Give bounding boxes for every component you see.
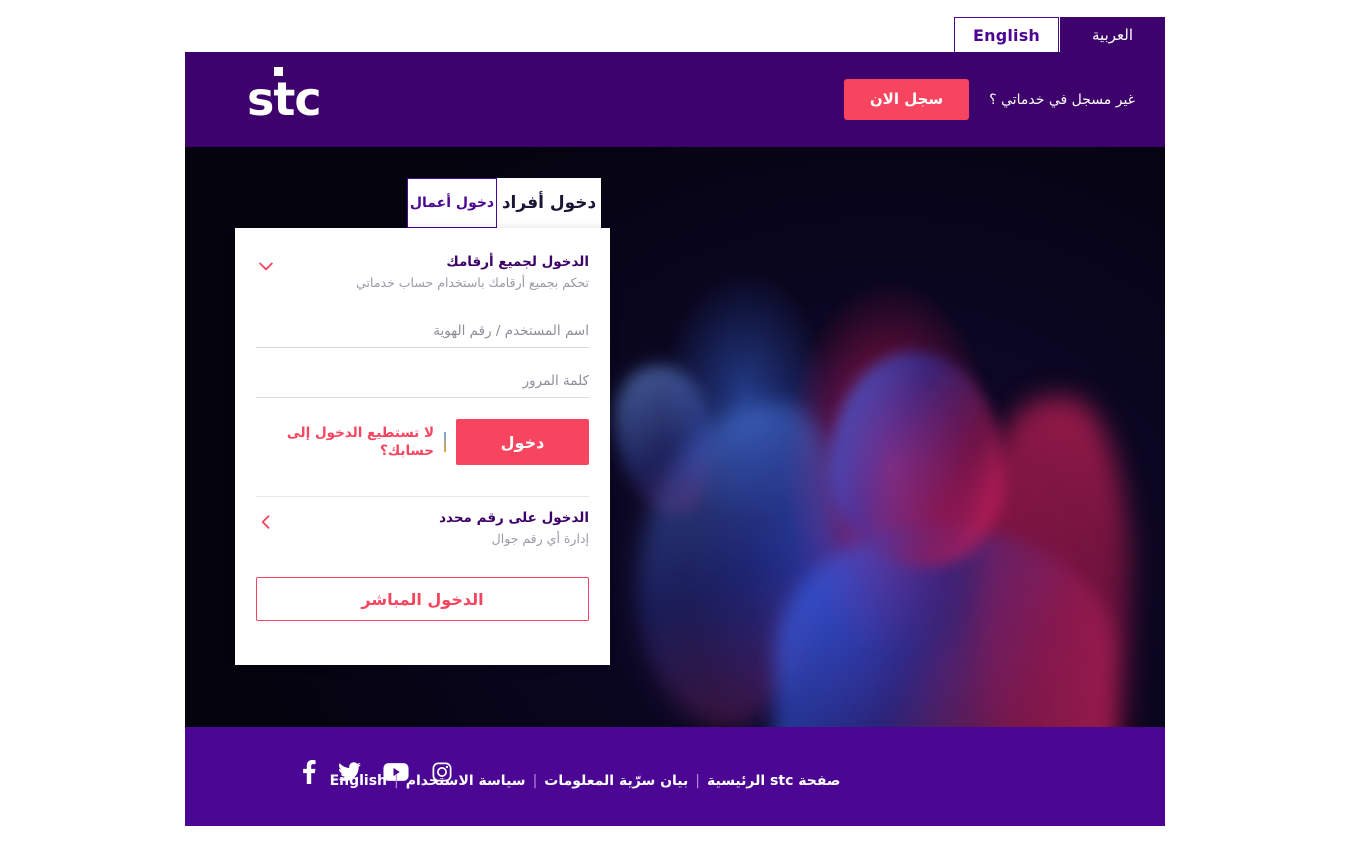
accordion-all-numbers-texts: الدخول لجميع أرقامك تحكم بجميع أرقامك با… [276, 253, 589, 292]
tab-business-login[interactable]: دخول أعمال [407, 178, 497, 228]
username-input[interactable] [256, 323, 589, 348]
language-tab-english-label: English [972, 25, 1041, 45]
logo-letter-t: t [273, 72, 295, 126]
language-tab-arabic-label: العربية [1092, 25, 1133, 44]
footer-separator-2: | [532, 773, 538, 789]
accordion-all-numbers[interactable]: الدخول لجميع أرقامك تحكم بجميع أرقامك با… [256, 253, 589, 292]
language-tab-english[interactable]: English [954, 17, 1059, 52]
tab-individual-login-label: دخول أفراد [501, 193, 597, 213]
logo-t-dot [274, 67, 284, 76]
logo-letter-t-wrap: t [273, 67, 295, 122]
card-divider [256, 496, 589, 497]
hero-figure-head [830, 352, 1005, 567]
footer-separator-1: | [695, 773, 700, 789]
direct-login-button[interactable]: الدخول المباشر [256, 577, 589, 621]
login-card: الدخول لجميع أرقامك تحكم بجميع أرقامك با… [235, 228, 610, 665]
accordion-all-numbers-subtitle: تحكم بجميع أرقامك باستخدام حساب خدماتي [356, 275, 589, 290]
tab-business-login-label: دخول أعمال [409, 195, 495, 211]
action-divider [444, 432, 446, 452]
register-now-button[interactable]: سجل الان [843, 79, 970, 120]
cannot-access-account-link[interactable]: لا تستطيع الدخول إلى حسابك؟ [256, 424, 434, 460]
language-tab-bar: العربية English [185, 0, 1165, 52]
register-note: غير مسجل في خدماتي ؟ [989, 91, 1135, 108]
hero-section: دخول أفراد دخول أعمال الدخول لجميع أرقام… [185, 147, 1165, 727]
username-field-wrap [256, 320, 589, 348]
password-input[interactable] [256, 373, 589, 398]
stc-logo[interactable]: s tc [247, 67, 322, 122]
footer-link-terms[interactable]: سياسة الاستخدام [406, 773, 526, 789]
footer-link-english[interactable]: English [330, 773, 387, 789]
site-header: s tc غير مسجل في خدماتي ؟ سجل الان [185, 52, 1165, 147]
logo-letter-s: s [247, 72, 274, 126]
page-container: العربية English s tc غير مسجل في خدماتي ؟… [185, 0, 1165, 826]
accordion-specific-number-subtitle: إدارة أي رقم جوال [491, 531, 589, 546]
register-row: غير مسجل في خدماتي ؟ سجل الان [843, 79, 1135, 120]
footer-links: صفحة stc الرئيسية | بيان سرّية المعلومات | س… [185, 773, 1165, 789]
site-footer: صفحة stc الرئيسية | بيان سرّية المعلومات | س… [185, 727, 1165, 826]
login-button[interactable]: دخول [456, 419, 589, 465]
accordion-specific-number[interactable]: الدخول على رقم محدد إدارة أي رقم جوال [256, 509, 589, 548]
logo-letter-c: c [294, 72, 321, 126]
chevron-left-icon[interactable] [256, 512, 276, 532]
language-tab-arabic[interactable]: العربية [1060, 17, 1165, 52]
footer-separator-3: | [394, 773, 399, 789]
login-tab-bar: دخول أفراد دخول أعمال [405, 178, 601, 228]
chevron-down-icon[interactable] [256, 256, 276, 276]
login-action-row: دخول لا تستطيع الدخول إلى حسابك؟ [256, 419, 589, 465]
footer-link-privacy[interactable]: بيان سرّية المعلومات [544, 773, 688, 789]
accordion-specific-number-texts: الدخول على رقم محدد إدارة أي رقم جوال [276, 509, 589, 548]
password-field-wrap [256, 370, 589, 398]
accordion-specific-number-title: الدخول على رقم محدد [439, 510, 589, 526]
footer-link-stc-home[interactable]: صفحة stc الرئيسية [707, 773, 840, 789]
tab-individual-login[interactable]: دخول أفراد [497, 178, 601, 228]
accordion-all-numbers-title: الدخول لجميع أرقامك [446, 254, 589, 270]
